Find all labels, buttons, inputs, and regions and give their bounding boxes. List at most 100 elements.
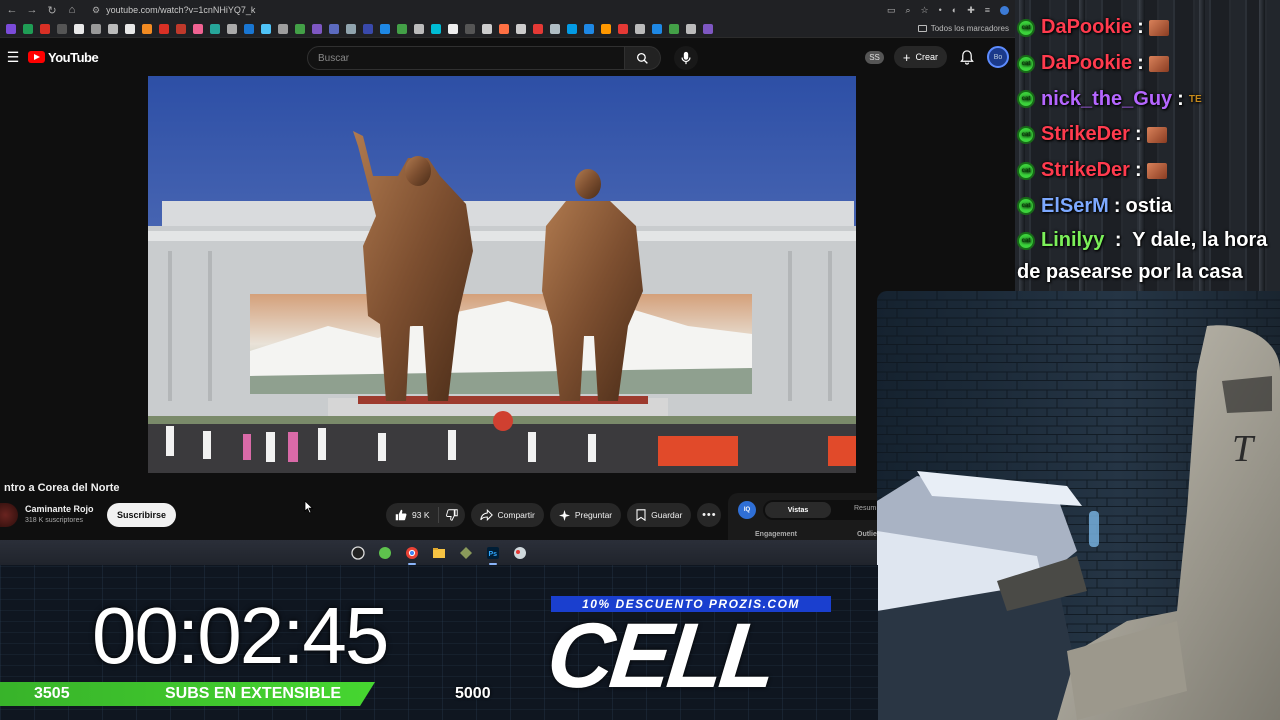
bookmark-icon[interactable] xyxy=(397,23,407,34)
chat-app-icon[interactable] xyxy=(376,544,394,562)
bookmark-icon[interactable] xyxy=(635,23,645,34)
misc-app-icon[interactable] xyxy=(511,544,529,562)
bookmark-icon[interactable] xyxy=(363,23,373,34)
voice-search-button[interactable] xyxy=(674,46,698,70)
zoom-icon[interactable]: ⌕ xyxy=(905,5,910,16)
bookmark-icon[interactable] xyxy=(227,23,237,34)
chrome-icon[interactable] xyxy=(403,544,421,565)
bookmark-icon[interactable] xyxy=(193,23,203,34)
bookmark-icon[interactable] xyxy=(431,23,441,34)
bookmark-icon[interactable] xyxy=(516,23,526,34)
like-button[interactable]: 93 K xyxy=(395,507,439,523)
tab-views[interactable]: Vistas xyxy=(765,502,831,518)
bookmark-icon[interactable] xyxy=(176,23,186,34)
all-bookmarks-folder[interactable]: Todos los marcadores xyxy=(917,24,1009,33)
bookmark-icon[interactable] xyxy=(550,23,560,34)
bookmark-icon[interactable] xyxy=(244,23,254,34)
chat-username: Linilyy xyxy=(1041,229,1105,252)
bookmark-icon[interactable] xyxy=(278,23,288,34)
tab-summary[interactable]: Resum xyxy=(854,505,876,512)
bookmark-icon[interactable] xyxy=(329,23,339,34)
bookmark-icon[interactable] xyxy=(567,23,577,34)
bookmark-icon[interactable] xyxy=(346,23,356,34)
emote-icon xyxy=(1148,55,1169,72)
bookmark-icon[interactable] xyxy=(652,23,662,34)
extension-dot-icon[interactable]: • xyxy=(939,5,942,15)
home-icon[interactable]: ⌂ xyxy=(66,4,78,16)
chat-message: cat DaPookie : xyxy=(1017,46,1279,82)
puzzle-icon[interactable]: ✚ xyxy=(967,5,975,16)
forward-icon[interactable]: → xyxy=(26,4,38,16)
profile-icon[interactable] xyxy=(1000,5,1009,15)
save-button[interactable]: Guardar xyxy=(627,503,692,527)
thumbs-down-icon xyxy=(445,509,458,521)
bookmark-icon[interactable] xyxy=(465,23,475,34)
bookmark-icon[interactable] xyxy=(312,23,322,34)
bookmark-icon[interactable] xyxy=(414,23,424,34)
bookmark-icon[interactable] xyxy=(91,23,101,34)
youtube-logo[interactable]: YouTube xyxy=(28,50,99,65)
bookmark-icon[interactable] xyxy=(703,23,713,34)
bookmark-icon[interactable] xyxy=(448,23,458,34)
bookmark-icon[interactable] xyxy=(57,23,67,34)
search-button[interactable] xyxy=(625,46,661,70)
site-info-icon[interactable]: ⚙ xyxy=(92,5,100,16)
brand-logo: CELL xyxy=(542,605,778,707)
bookmark-icon[interactable] xyxy=(584,23,594,34)
back-icon[interactable]: ← xyxy=(6,4,18,16)
notifications-bell-icon[interactable] xyxy=(957,47,977,67)
webcam-feed: T xyxy=(877,291,1280,720)
bookmark-icon[interactable] xyxy=(74,23,84,34)
bookmark-icon[interactable] xyxy=(108,23,118,34)
bookmark-icon[interactable] xyxy=(669,23,679,34)
chat-message: cat nick_the_Guy : TE xyxy=(1017,81,1279,117)
search-input[interactable] xyxy=(307,46,625,70)
photoshop-icon[interactable]: Ps xyxy=(484,544,502,565)
file-explorer-icon[interactable] xyxy=(430,544,448,562)
dislike-button[interactable] xyxy=(439,509,465,521)
menu-icon[interactable]: ☰ xyxy=(0,49,26,66)
share-button[interactable]: Compartir xyxy=(470,503,544,527)
channel-avatar[interactable] xyxy=(0,503,18,527)
video-player[interactable] xyxy=(148,76,856,473)
bookmark-icon[interactable] xyxy=(499,23,509,34)
bookmark-icon[interactable] xyxy=(261,23,271,34)
bookmark-icon[interactable] xyxy=(6,23,16,34)
bookmark-icon[interactable] xyxy=(210,23,220,34)
bookmark-icon[interactable] xyxy=(618,23,628,34)
folder-icon xyxy=(917,25,927,32)
media-icon[interactable]: ≡ xyxy=(985,5,990,15)
subscribe-button[interactable]: Suscribirse xyxy=(107,503,177,527)
bookmark-icon[interactable] xyxy=(125,23,135,34)
ss-badge[interactable]: SS xyxy=(865,50,884,64)
ask-button[interactable]: Preguntar xyxy=(549,503,622,527)
bookmark-icon[interactable] xyxy=(533,23,543,34)
channel-name[interactable]: Caminante Rojo xyxy=(25,504,94,514)
iq-extension-icon[interactable]: IQ xyxy=(738,501,756,519)
bookmark-icon[interactable] xyxy=(142,23,152,34)
bookmark-icon[interactable] xyxy=(159,23,169,34)
install-icon[interactable]: ▭ xyxy=(887,5,896,16)
bookmark-icon[interactable] xyxy=(295,23,305,34)
bookmark-icon[interactable] xyxy=(380,23,390,34)
bookmark-icon[interactable] xyxy=(23,23,33,34)
star-icon[interactable]: ☆ xyxy=(921,5,929,16)
bookmark-icon[interactable] xyxy=(482,23,492,34)
obs-icon[interactable] xyxy=(349,544,367,562)
bookmark-icon[interactable] xyxy=(601,23,611,34)
more-actions-button[interactable]: ••• xyxy=(697,503,722,527)
chat-username: DaPookie xyxy=(1041,52,1133,75)
create-button[interactable]: + Crear xyxy=(893,46,947,68)
share-icon xyxy=(479,509,493,521)
extension-icon[interactable]: ◐ xyxy=(952,5,957,15)
analytics-tabs: Vistas Resum xyxy=(763,500,878,520)
reload-icon[interactable]: ↻ xyxy=(46,4,58,17)
user-badge-icon: cat xyxy=(1017,18,1035,37)
bookmark-save-icon xyxy=(636,509,646,521)
account-avatar[interactable]: Bo xyxy=(987,46,1009,68)
address-bar[interactable]: ⚙ youtube.com/watch?v=1cnNHiYQ7_k xyxy=(86,3,255,17)
bookmark-icon[interactable] xyxy=(686,23,696,34)
bookmark-icon[interactable] xyxy=(40,23,50,34)
thumbs-up-icon xyxy=(395,509,407,521)
app-icon[interactable] xyxy=(457,544,475,562)
